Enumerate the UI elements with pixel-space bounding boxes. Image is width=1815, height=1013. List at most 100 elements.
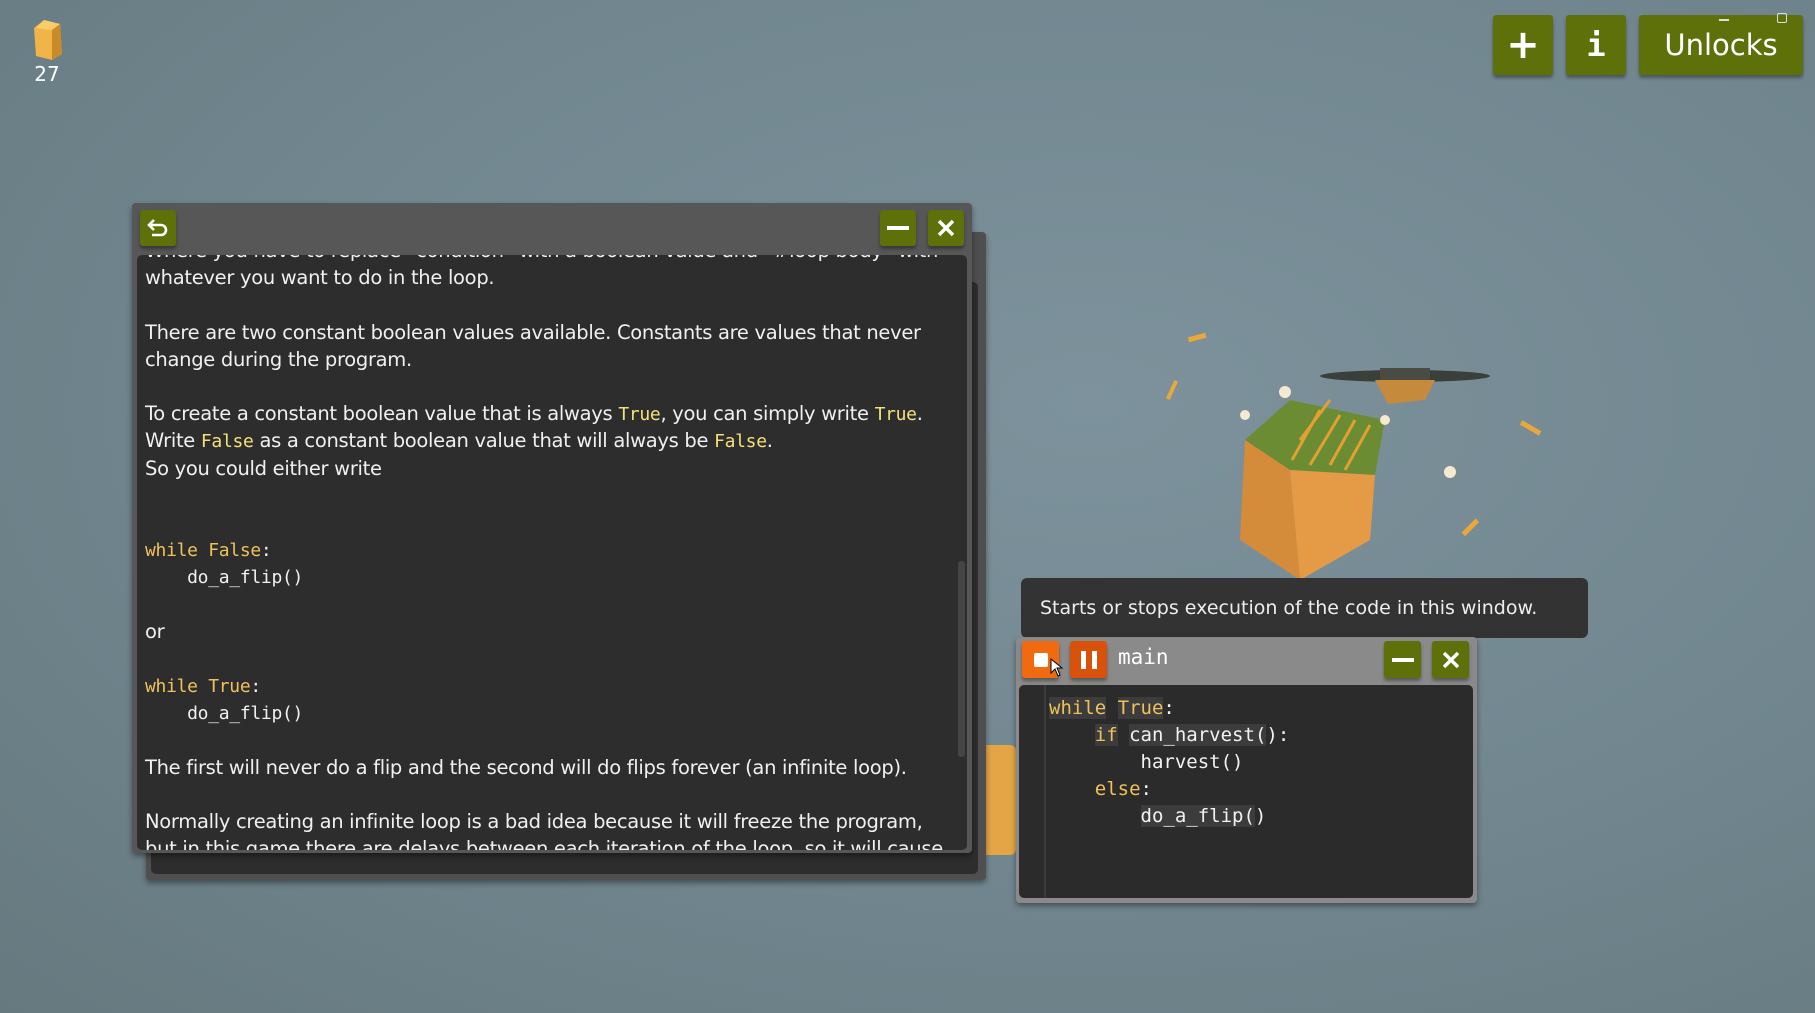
doc-line: To create a constant boolean value that … — [145, 400, 947, 427]
tooltip: Starts or stops execution of the code in… — [1021, 578, 1588, 638]
doc-line — [145, 291, 947, 318]
text: Where you have to replace `condition` wi… — [145, 255, 938, 262]
text: There are two constant boolean values av… — [145, 320, 921, 344]
inline-code: True — [618, 404, 661, 426]
grass-tile — [1240, 400, 1385, 580]
code-editor[interactable]: while True: if can_harvest(): harvest() … — [1019, 685, 1473, 898]
code-line: while True: — [1049, 697, 1175, 719]
inline-code: False — [200, 431, 254, 453]
tooltip-text: Starts or stops execution of the code in… — [1040, 597, 1538, 619]
info-icon: i — [1586, 26, 1606, 64]
code-line: harvest() — [1049, 751, 1244, 773]
window-restore-icon[interactable] — [1777, 13, 1787, 23]
doc-line — [145, 645, 947, 672]
code-line: if can_harvest(): — [1049, 724, 1289, 746]
docs-content[interactable]: Where you have to replace `condition` wi… — [137, 255, 967, 850]
close-button[interactable] — [928, 210, 964, 246]
text: whatever you want to do in the loop. — [145, 266, 495, 290]
code-line: else: — [1049, 778, 1152, 800]
close-icon — [1442, 651, 1459, 668]
inline-code: True — [874, 404, 917, 426]
add-button[interactable]: + — [1493, 15, 1553, 75]
text: Write — [145, 429, 201, 453]
doc-line: There are two constant boolean values av… — [145, 319, 947, 346]
doc-line: or — [145, 618, 947, 645]
minimize-icon — [1391, 657, 1414, 662]
text: So you could either write — [145, 456, 382, 480]
code-token: can_harvest( — [1129, 724, 1267, 746]
code-keyword: True — [1117, 697, 1164, 719]
code-example: do_a_flip() — [145, 567, 304, 589]
text: as a constant boolean value that will al… — [253, 429, 715, 453]
text: Normally creating an infinite loop is a … — [145, 809, 923, 833]
info-button[interactable]: i — [1566, 15, 1626, 75]
close-button[interactable] — [1432, 641, 1469, 678]
code-token: do_a_flip( — [1140, 805, 1255, 827]
scrollbar-thumb[interactable] — [958, 561, 965, 757]
doc-line — [145, 373, 947, 400]
doc-line: Write False as a constant boolean value … — [145, 427, 947, 454]
drone — [1320, 368, 1490, 404]
code-example: while — [145, 540, 209, 562]
doc-line — [145, 482, 947, 509]
gutter-line — [1044, 685, 1046, 898]
doc-line — [145, 509, 947, 536]
stop-icon — [1033, 652, 1048, 667]
minimize-icon — [887, 226, 909, 230]
text: To create a constant boolean value that … — [145, 402, 619, 426]
text: change during the program. — [145, 347, 412, 371]
doc-line: do_a_flip() — [145, 699, 947, 726]
text: but in this game there are delays betwee… — [145, 837, 943, 850]
unlocks-button[interactable]: Unlocks — [1639, 15, 1803, 75]
plus-icon: + — [1506, 22, 1540, 68]
code-example: True — [208, 676, 251, 697]
minimize-button[interactable] — [880, 210, 916, 246]
hay-count: 27 — [34, 62, 60, 86]
doc-line: while True: — [145, 672, 947, 699]
pause-icon — [1080, 650, 1097, 669]
code-token: harvest() — [1049, 751, 1244, 773]
code-keyword: else — [1094, 778, 1141, 800]
window-minimize-icon[interactable] — [1719, 19, 1729, 21]
code-example: : — [250, 676, 261, 697]
code-keyword: if — [1094, 724, 1118, 746]
back-button[interactable] — [140, 210, 176, 246]
doc-line: Where you have to replace `condition` wi… — [145, 255, 947, 264]
text: The first will never do a flip and the s… — [145, 755, 907, 779]
doc-line — [145, 781, 947, 808]
docs-window: Where you have to replace `condition` wi… — [132, 203, 972, 853]
code-window-main: main while True: if can_harvest(): harve… — [1016, 637, 1477, 903]
code-example: while — [145, 676, 209, 697]
code-line: do_a_flip() — [1049, 805, 1266, 827]
code-token: : — [1140, 778, 1152, 800]
text: , you can simply write — [660, 402, 875, 426]
code-token: : — [1163, 697, 1175, 719]
minimize-button[interactable] — [1384, 641, 1421, 678]
doc-line: whatever you want to do in the loop. — [145, 264, 947, 291]
doc-line: change during the program. — [145, 346, 947, 373]
mouse-cursor — [1050, 658, 1064, 677]
text: . — [916, 402, 923, 426]
doc-line — [145, 726, 947, 753]
doc-line: So you could either write — [145, 455, 947, 482]
code-token: ): — [1266, 724, 1290, 746]
doc-line: but in this game there are delays betwee… — [145, 835, 947, 850]
doc-line: while False: — [145, 536, 947, 563]
farm-scene — [1165, 332, 1542, 580]
doc-line: Normally creating an infinite loop is a … — [145, 808, 947, 835]
text: or — [145, 619, 165, 643]
close-icon — [937, 219, 955, 237]
pause-button[interactable] — [1070, 641, 1107, 678]
doc-line — [145, 590, 947, 617]
code-window-title: main — [1118, 645, 1169, 669]
docs-text: Where you have to replace `condition` wi… — [145, 255, 947, 850]
unlocks-label: Unlocks — [1664, 28, 1778, 62]
code-example: False — [208, 540, 261, 562]
doc-line: The first will never do a flip and the s… — [145, 754, 947, 781]
inline-code: False — [714, 431, 767, 453]
hay-bale-icon — [30, 18, 64, 60]
crop-tile-partial — [986, 745, 1016, 855]
